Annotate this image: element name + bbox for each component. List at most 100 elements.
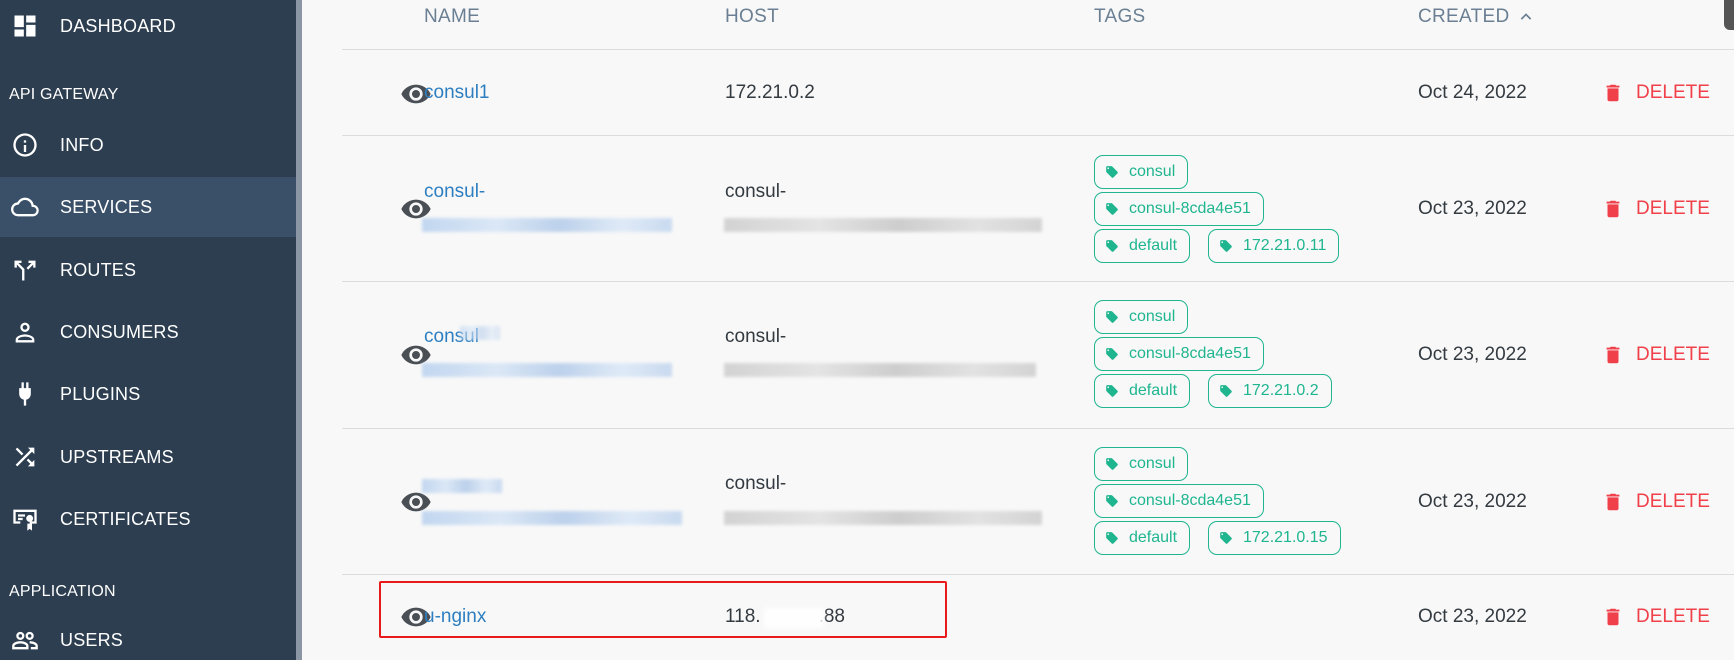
sidebar-item-label: PLUGINS xyxy=(60,383,141,404)
sidebar: DASHBOARD API GATEWAY INFO SERVICES ROUT… xyxy=(0,0,296,660)
redacted-name xyxy=(422,218,672,232)
plug-icon xyxy=(10,379,40,409)
scrollbar-thumb[interactable] xyxy=(1724,0,1734,30)
annotation-highlight-box xyxy=(379,581,947,638)
service-created: Oct 23, 2022 xyxy=(1418,198,1527,219)
tag-label: 172.21.0.15 xyxy=(1243,529,1328,546)
tag-chip: 172.21.0.2 xyxy=(1208,374,1332,408)
certificate-icon xyxy=(10,504,40,534)
tag-label: 172.21.0.11 xyxy=(1243,237,1327,254)
sidebar-item-routes[interactable]: ROUTES xyxy=(0,240,296,300)
routes-icon xyxy=(10,255,40,285)
tag-label: consul-8cda4e51 xyxy=(1129,492,1251,509)
sidebar-item-label: INFO xyxy=(60,134,104,155)
tag-chip: default xyxy=(1094,521,1191,555)
tag-icon xyxy=(1106,532,1118,544)
services-table: NAME HOST TAGS CREATED consul1 172.21.0.… xyxy=(302,0,1734,660)
tag-icon xyxy=(1220,240,1232,252)
tag-icon xyxy=(1106,166,1118,178)
person-icon xyxy=(10,317,40,347)
sidebar-item-certificates[interactable]: CERTIFICATES xyxy=(0,489,296,549)
tag-icon xyxy=(1106,311,1118,323)
trash-icon xyxy=(1606,200,1620,218)
redacted-host xyxy=(724,218,1042,232)
service-name-link[interactable]: consul1 xyxy=(424,82,490,104)
dashboard-icon xyxy=(10,11,40,41)
tag-icon xyxy=(1220,532,1232,544)
delete-button[interactable]: DELETE xyxy=(1602,80,1710,106)
tag-icon xyxy=(1106,458,1118,470)
sidebar-item-label: CONSUMERS xyxy=(60,321,179,342)
column-header-created[interactable]: CREATED xyxy=(1418,6,1535,28)
delete-button[interactable]: DELETE xyxy=(1602,604,1710,630)
service-name-link[interactable]: consul- xyxy=(424,181,485,203)
redacted-name xyxy=(422,363,672,377)
tag-icon xyxy=(1220,385,1232,397)
trash-icon xyxy=(1606,346,1620,364)
delete-label: DELETE xyxy=(1636,82,1710,103)
redacted-name-overlay xyxy=(460,326,500,340)
tag-icon xyxy=(1106,385,1118,397)
column-header-name[interactable]: NAME xyxy=(424,6,480,28)
tag-label: consul xyxy=(1129,308,1176,325)
cloud-icon xyxy=(10,192,40,222)
service-host: consul- xyxy=(725,326,787,347)
sidebar-item-services[interactable]: SERVICES xyxy=(0,177,296,237)
table-row: consul- consul consul-8cda4e51 default 1… xyxy=(342,428,1734,574)
service-host: 172.21.0.2 xyxy=(725,82,815,103)
tag-label: default xyxy=(1129,529,1178,546)
column-header-tags[interactable]: TAGS xyxy=(1094,6,1146,28)
tag-label: consul-8cda4e51 xyxy=(1129,345,1251,362)
tag-label: default xyxy=(1129,382,1178,399)
service-host: consul- xyxy=(725,473,787,494)
delete-label: DELETE xyxy=(1636,344,1710,365)
service-created: Oct 23, 2022 xyxy=(1418,344,1527,365)
tag-chip: 172.21.0.15 xyxy=(1208,521,1341,555)
table-row: consul- consul- consul consul-8cda4e51 d… xyxy=(342,135,1734,281)
tag-chip: consul-8cda4e51 xyxy=(1094,192,1264,226)
tag-label: consul xyxy=(1129,455,1176,472)
trash-icon xyxy=(1606,493,1620,511)
sidebar-item-info[interactable]: INFO xyxy=(0,115,296,175)
tag-chip: 172.21.0.11 xyxy=(1208,229,1340,263)
sidebar-item-label: SERVICES xyxy=(60,196,153,217)
redacted-host xyxy=(724,363,1036,377)
tag-chip: default xyxy=(1094,229,1191,263)
sidebar-item-users[interactable]: USERS xyxy=(0,610,296,660)
sidebar-item-plugins[interactable]: PLUGINS xyxy=(0,364,296,424)
sort-ascending-icon[interactable] xyxy=(1517,8,1535,26)
table-row: consul consul- consul consul-8cda4e51 de… xyxy=(342,281,1734,428)
tag-chip: consul-8cda4e51 xyxy=(1094,484,1264,518)
users-icon xyxy=(10,625,40,655)
column-header-host[interactable]: HOST xyxy=(725,6,779,28)
delete-label: DELETE xyxy=(1636,606,1710,627)
delete-button[interactable]: DELETE xyxy=(1602,196,1710,222)
delete-label: DELETE xyxy=(1636,198,1710,219)
sidebar-item-label: ROUTES xyxy=(60,259,137,280)
trash-icon xyxy=(1606,84,1620,102)
section-application: APPLICATION xyxy=(9,583,116,600)
service-host: consul- xyxy=(725,181,787,202)
shuffle-icon xyxy=(10,442,40,472)
delete-button[interactable]: DELETE xyxy=(1602,489,1710,515)
tag-chip: consul xyxy=(1094,300,1189,334)
tag-label: default xyxy=(1129,237,1178,254)
sidebar-item-label: CERTIFICATES xyxy=(60,508,191,529)
redacted-host xyxy=(724,511,1042,525)
section-api-gateway: API GATEWAY xyxy=(9,86,119,103)
delete-button[interactable]: DELETE xyxy=(1602,342,1710,368)
tag-icon xyxy=(1106,348,1118,360)
sidebar-item-upstreams[interactable]: UPSTREAMS xyxy=(0,427,296,487)
tag-icon xyxy=(1106,203,1118,215)
tag-chip: consul xyxy=(1094,155,1189,189)
sidebar-item-consumers[interactable]: CONSUMERS xyxy=(0,302,296,362)
tag-label: consul xyxy=(1129,163,1176,180)
redacted-name xyxy=(422,511,682,525)
service-created: Oct 23, 2022 xyxy=(1418,491,1527,512)
sidebar-item-dashboard[interactable]: DASHBOARD xyxy=(0,0,296,56)
redacted-name xyxy=(422,479,502,493)
service-created: Oct 24, 2022 xyxy=(1418,82,1527,103)
sidebar-item-label: USERS xyxy=(60,629,124,650)
tag-chip: consul-8cda4e51 xyxy=(1094,337,1264,371)
tag-icon xyxy=(1106,495,1118,507)
